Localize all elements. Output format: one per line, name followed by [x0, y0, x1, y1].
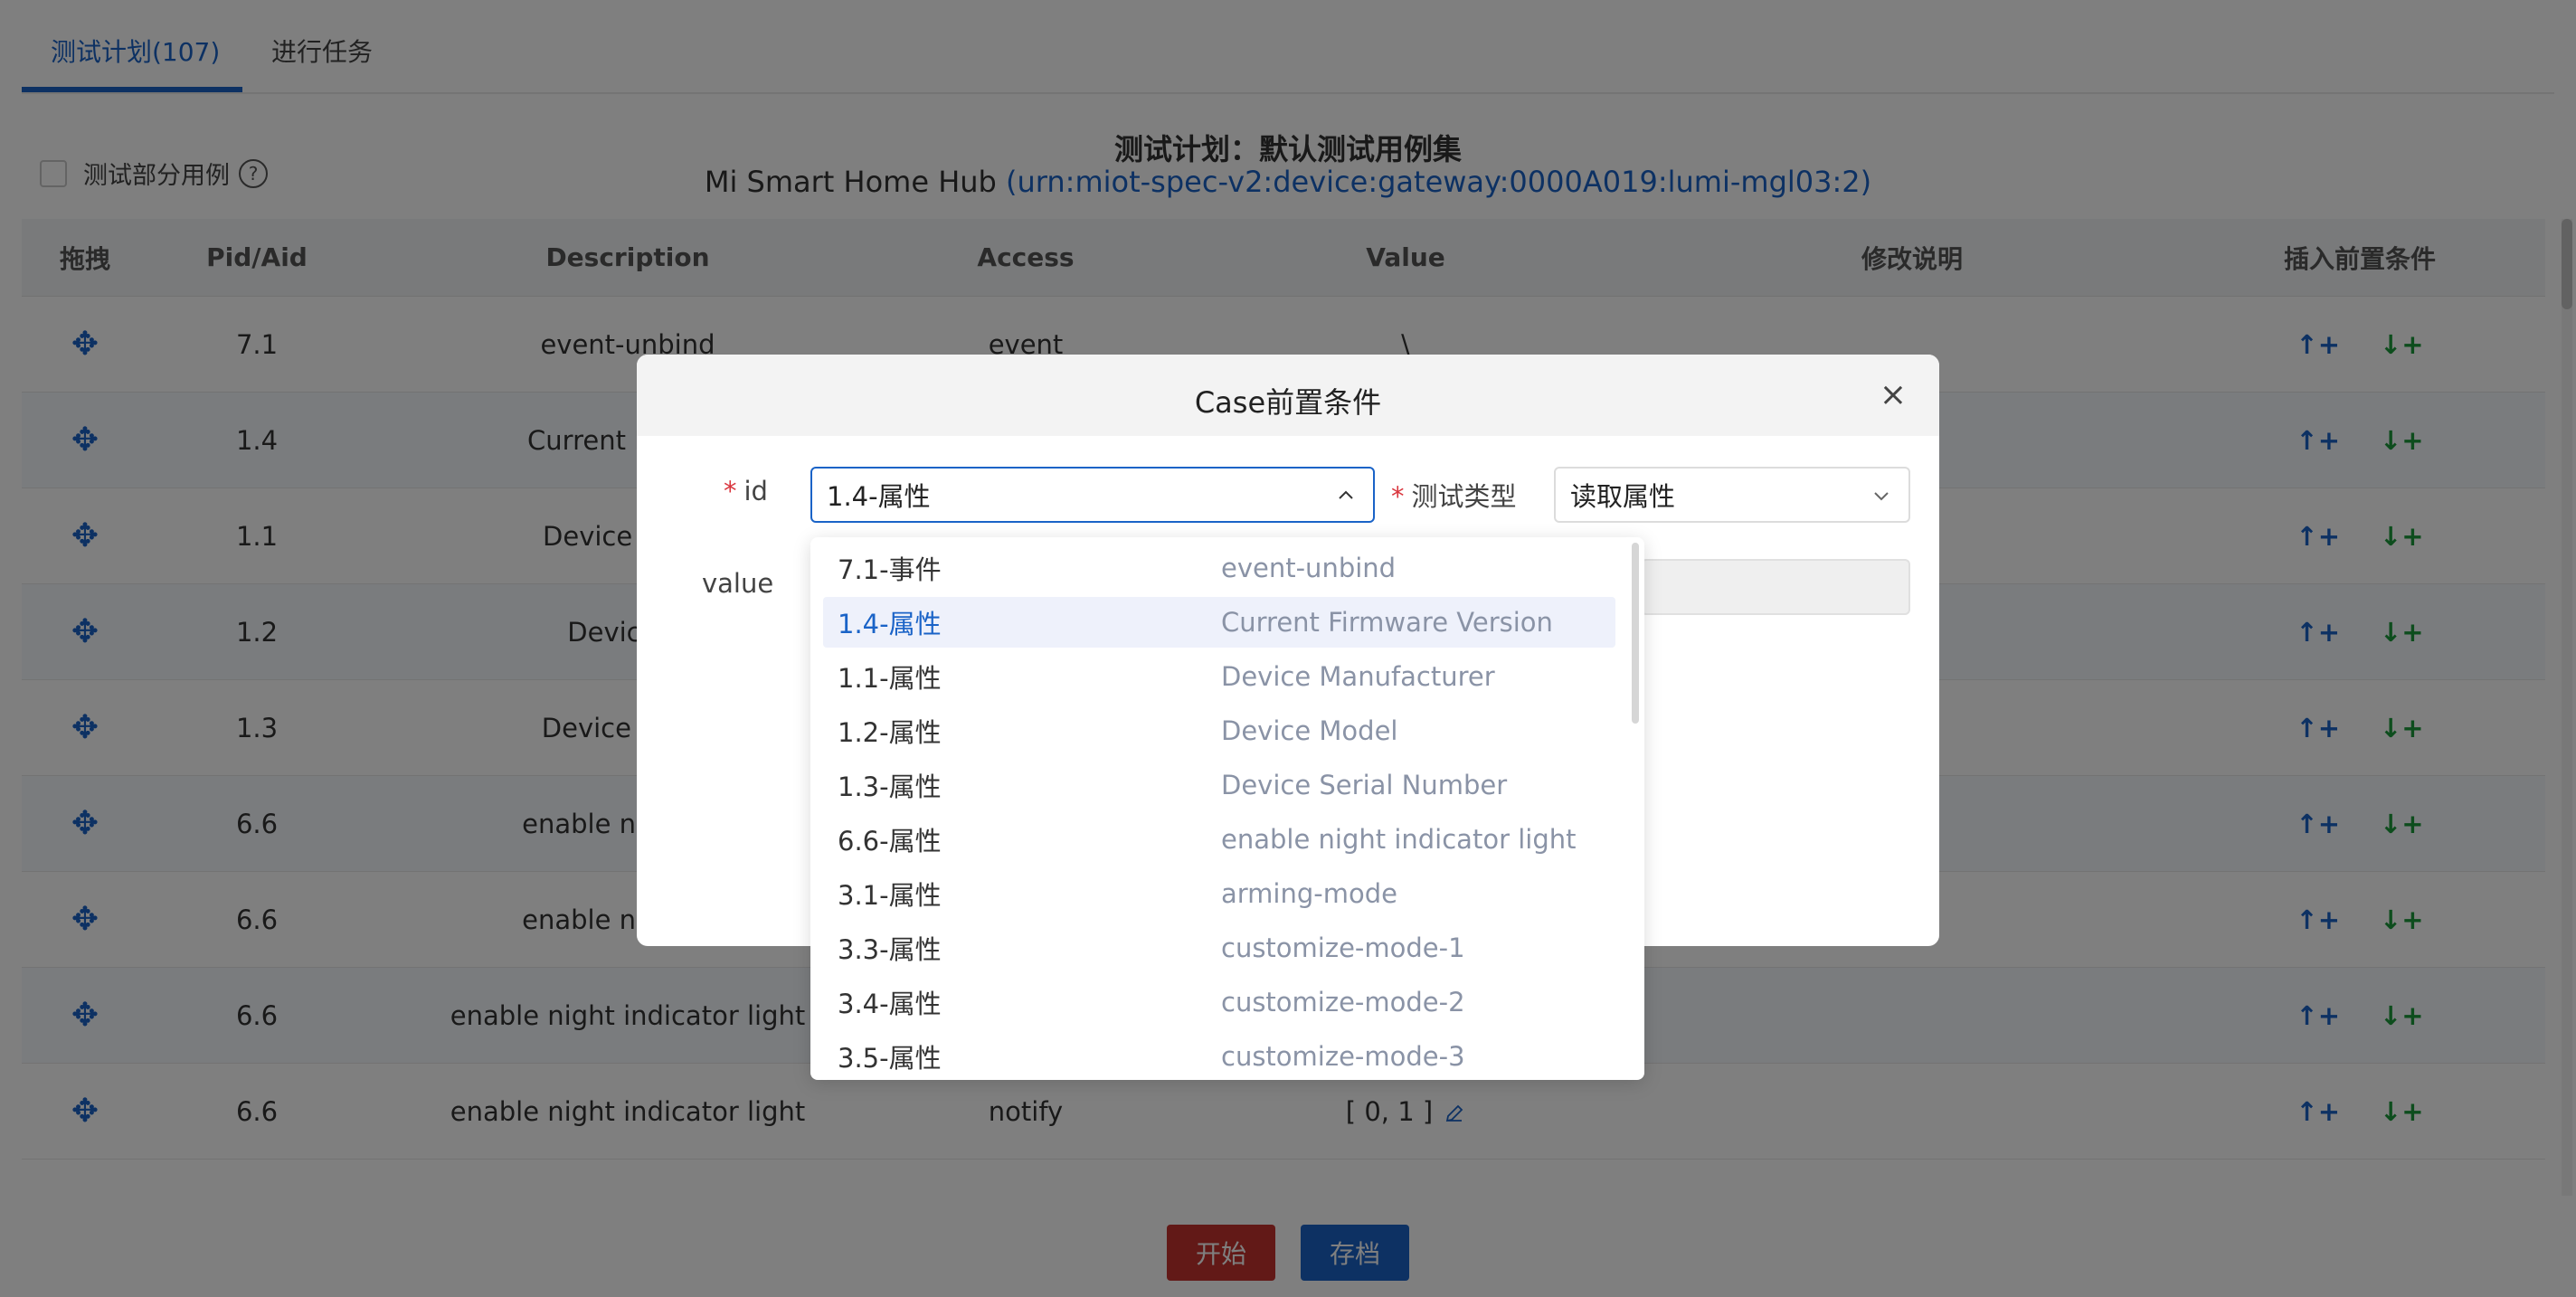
test-type-label-text: 测试类型: [1411, 481, 1517, 512]
id-dropdown-list: 7.1-事件 event-unbind 1.4-属性 Current Firmwar…: [810, 537, 1644, 1080]
dropdown-option[interactable]: 7.1-事件 event-unbind: [823, 543, 1615, 593]
dropdown-option[interactable]: 1.3-属性 Device Serial Number: [823, 760, 1615, 810]
dialog-header: Case前置条件 ×: [637, 355, 1939, 436]
option-key: 1.2-属性: [838, 717, 942, 748]
option-key: 6.6-属性: [838, 826, 942, 857]
dropdown-option[interactable]: 3.4-属性 customize-mode-2: [823, 977, 1615, 1027]
dropdown-option[interactable]: 1.2-属性 Device Model: [823, 705, 1615, 756]
chevron-down-icon: [1874, 492, 1889, 501]
dropdown-option-selected[interactable]: 1.4-属性 Current Firmware Version: [823, 597, 1615, 648]
required-mark: *: [724, 476, 737, 506]
option-key: 3.3-属性: [838, 934, 942, 965]
option-description: customize-mode-2: [1221, 987, 1465, 1018]
option-description: arming-mode: [1221, 878, 1397, 909]
dropdown-option[interactable]: 3.5-属性 customize-mode-3: [823, 1031, 1615, 1080]
option-description: customize-mode-1: [1221, 933, 1465, 963]
test-type-value: 读取属性: [1570, 481, 1676, 512]
option-key: 3.5-属性: [838, 1043, 942, 1074]
option-description: Device Model: [1221, 715, 1398, 746]
option-description: Device Manufacturer: [1221, 661, 1495, 692]
test-type-select[interactable]: 读取属性: [1554, 467, 1910, 523]
dropdown-option[interactable]: 3.3-属性 customize-mode-1: [823, 923, 1615, 973]
value-input[interactable]: [1641, 559, 1910, 615]
dropdown-option[interactable]: 3.1-属性 arming-mode: [823, 868, 1615, 919]
dialog-title: Case前置条件: [1194, 385, 1382, 420]
option-key: 3.1-属性: [838, 880, 942, 911]
option-description: Device Serial Number: [1221, 770, 1508, 800]
option-description: event-unbind: [1221, 553, 1397, 583]
option-description: enable night indicator light: [1221, 824, 1577, 855]
dropdown-scrollbar[interactable]: [1632, 543, 1639, 724]
id-label: * id: [724, 476, 768, 506]
option-description: customize-mode-3: [1221, 1041, 1465, 1072]
option-key: 7.1-事件: [838, 554, 942, 585]
option-description: Current Firmware Version: [1221, 607, 1553, 638]
id-select-value: 1.4-属性: [827, 481, 931, 512]
id-select[interactable]: 1.4-属性: [810, 467, 1375, 523]
close-icon[interactable]: ×: [1880, 376, 1907, 413]
option-key: 3.4-属性: [838, 989, 942, 1019]
id-label-text: id: [743, 476, 768, 506]
dropdown-option[interactable]: 1.1-属性 Device Manufacturer: [823, 651, 1615, 702]
chevron-up-icon: [1339, 490, 1353, 499]
dropdown-option[interactable]: 6.6-属性 enable night indicator light: [823, 814, 1615, 865]
option-key: 1.4-属性: [838, 609, 942, 639]
test-type-label: * 测试类型: [1391, 476, 1517, 514]
required-mark: *: [1391, 481, 1405, 512]
value-label: value: [702, 568, 774, 599]
option-key: 1.3-属性: [838, 772, 942, 802]
option-key: 1.1-属性: [838, 663, 942, 694]
